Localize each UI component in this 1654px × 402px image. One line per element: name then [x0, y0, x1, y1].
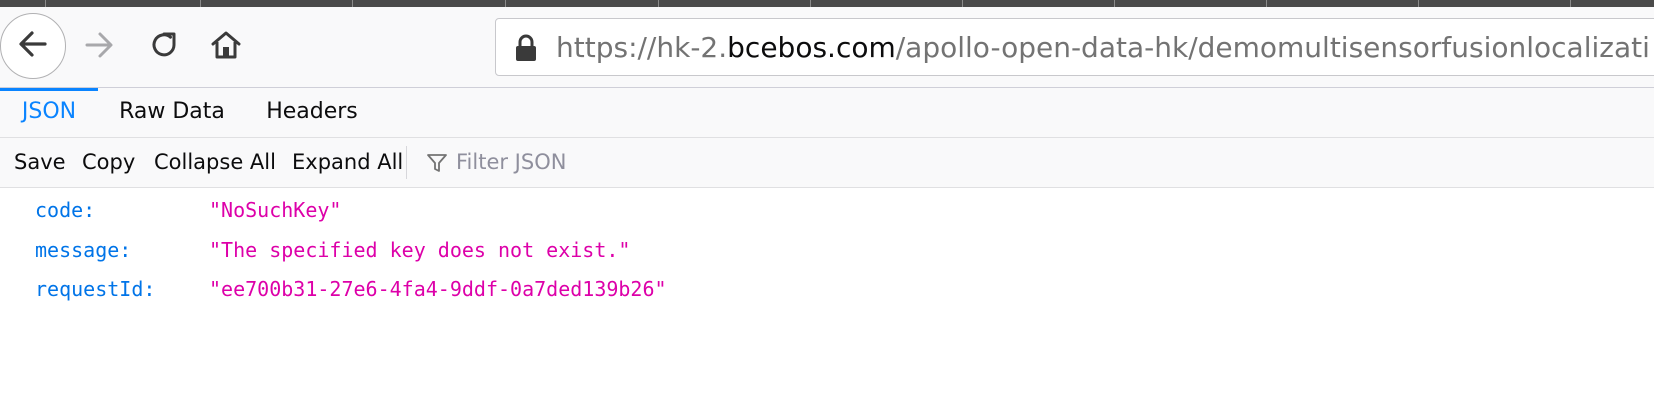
json-key: code:	[35, 198, 96, 222]
collapse-all-button[interactable]: Collapse All	[154, 138, 276, 187]
home-icon	[209, 28, 243, 66]
json-tree: code: "NoSuchKey" message: "The specifie…	[0, 188, 1654, 402]
tab-divider	[810, 0, 811, 7]
tab-divider	[658, 0, 659, 7]
home-button[interactable]	[206, 27, 246, 67]
back-arrow-icon	[15, 26, 51, 66]
back-button[interactable]	[0, 13, 66, 79]
json-key: requestId:	[35, 277, 156, 301]
lock-icon	[514, 34, 538, 66]
reload-button[interactable]	[144, 27, 184, 67]
forward-button[interactable]	[80, 27, 120, 67]
toolbar-divider	[406, 146, 407, 179]
save-button[interactable]: Save	[14, 138, 66, 187]
tab-divider	[45, 0, 46, 7]
url-path: /apollo-open-data-hk/demomultisensorfusi…	[895, 31, 1650, 64]
tab-divider	[1266, 0, 1267, 7]
filter-icon	[426, 152, 448, 178]
copy-button[interactable]: Copy	[82, 138, 135, 187]
url-prefix: https://hk-2.	[556, 31, 728, 64]
json-viewer-tabs: JSON Raw Data Headers	[0, 88, 1654, 138]
forward-arrow-icon	[82, 27, 118, 67]
expand-all-button[interactable]: Expand All	[292, 138, 403, 187]
tab-divider	[505, 0, 506, 7]
navigation-toolbar: https://hk-2.bcebos.com/apollo-open-data…	[0, 7, 1654, 88]
reload-icon	[147, 28, 181, 66]
json-value: "ee700b31-27e6-4fa4-9ddf-0a7ded139b26"	[209, 277, 667, 301]
json-key: message:	[35, 238, 132, 262]
filter-json-input[interactable]	[450, 144, 1062, 180]
tab-headers[interactable]: Headers	[246, 88, 378, 137]
browser-tab-strip	[0, 0, 1654, 7]
tab-divider	[200, 0, 201, 7]
json-value: "NoSuchKey"	[209, 198, 342, 222]
tab-raw-data[interactable]: Raw Data	[98, 88, 246, 137]
tab-divider	[962, 0, 963, 7]
tab-divider	[1418, 0, 1419, 7]
tab-divider	[1570, 0, 1571, 7]
json-toolbar: Save Copy Collapse All Expand All	[0, 138, 1654, 188]
url-bar[interactable]: https://hk-2.bcebos.com/apollo-open-data…	[495, 18, 1654, 76]
json-value: "The specified key does not exist."	[209, 238, 631, 262]
tab-divider	[352, 0, 353, 7]
tab-json[interactable]: JSON	[0, 88, 98, 137]
url-text[interactable]: https://hk-2.bcebos.com/apollo-open-data…	[556, 19, 1650, 75]
url-domain: bcebos.com	[727, 31, 896, 64]
tab-divider	[1114, 0, 1115, 7]
